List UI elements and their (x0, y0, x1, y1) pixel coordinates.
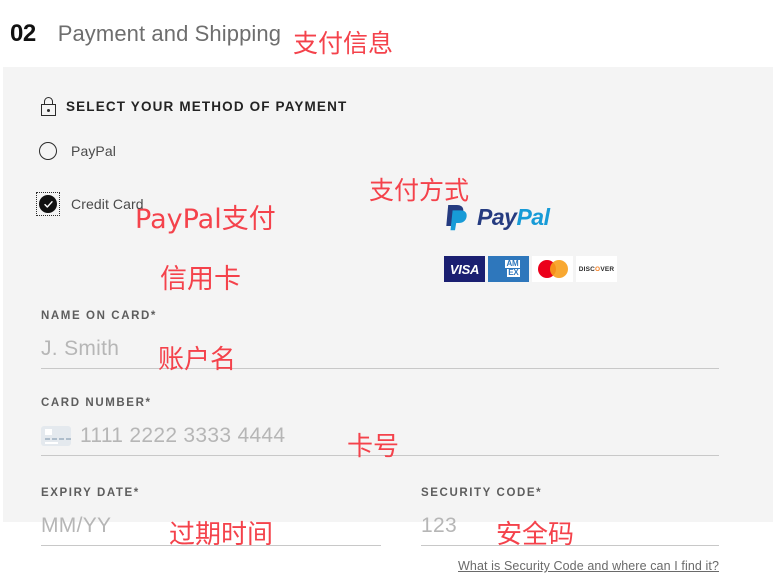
expiry-date-annotation: 过期时间 (169, 520, 274, 550)
step-header: 02 Payment and Shipping 支付信息 (0, 0, 776, 67)
paypal-logo-pal: Pal (516, 204, 550, 230)
discover-logo-text-a: DISC (578, 265, 596, 273)
credit-card-annotation: 信用卡 (160, 264, 241, 295)
payment-option-paypal[interactable]: PayPal (39, 142, 116, 160)
discover-logo-text-b: VER (600, 265, 615, 273)
accepted-card-brands: VISA AM EX DISCOVER (444, 256, 617, 282)
security-code-placeholder: 123 (421, 514, 457, 537)
payment-option-credit-card[interactable]: Credit Card (36, 192, 144, 216)
header-annotation: 支付信息 (293, 29, 394, 58)
visa-logo-text: VISA (449, 261, 480, 277)
name-on-card-placeholder: J. Smith (41, 337, 120, 360)
amex-logo-text-top: AM (505, 259, 520, 268)
security-code-help: What is Security Code and where can I fi… (421, 557, 719, 575)
payment-method-heading-label: SELECT YOUR METHOD OF PAYMENT (66, 99, 348, 114)
lock-icon (41, 97, 56, 116)
name-on-card-label: NAME ON CARD* (41, 310, 157, 322)
paypal-logo: PayPal (444, 204, 550, 231)
security-code-label: SECURITY CODE* (421, 487, 543, 499)
payment-method-annotation: 支付方式 (369, 176, 470, 205)
radio-selected-check-icon[interactable] (39, 195, 57, 213)
radio-unselected-icon[interactable] (39, 142, 57, 160)
field-name-on-card: NAME ON CARD* J. Smith (41, 310, 719, 369)
paypal-mark-icon (446, 205, 467, 231)
paypal-logo-pay: Pay (477, 204, 517, 230)
discover-logo-icon: DISCOVER (576, 256, 617, 282)
expiry-date-label: EXPIRY DATE* (41, 487, 140, 499)
page-title: Payment and Shipping (57, 20, 282, 46)
credit-card-icon (41, 425, 71, 446)
expiry-date-placeholder: MM/YY (41, 514, 112, 537)
payment-panel: SELECT YOUR METHOD OF PAYMENT 支付方式 PayPa… (3, 67, 773, 573)
security-code-help-link[interactable]: What is Security Code and where can I fi… (458, 559, 719, 573)
step-number: 02 (10, 19, 36, 47)
card-number-annotation: 卡号 (347, 432, 400, 462)
payment-option-paypal-label: PayPal (71, 143, 116, 159)
amex-logo-text-bottom: EX (507, 268, 520, 277)
mastercard-logo-icon (532, 256, 573, 282)
paypal-annotation: PayPal支付 (135, 204, 276, 235)
radio-focus-ring[interactable] (36, 192, 60, 216)
amex-logo-icon: AM EX (488, 256, 529, 282)
name-on-card-annotation: 账户名 (158, 345, 237, 375)
security-code-annotation: 安全码 (496, 520, 575, 550)
payment-method-heading: SELECT YOUR METHOD OF PAYMENT (41, 97, 347, 116)
visa-logo-icon: VISA (444, 256, 485, 282)
payment-option-credit-card-label: Credit Card (71, 196, 144, 212)
card-number-label: CARD NUMBER* (41, 397, 152, 409)
name-on-card-input[interactable]: J. Smith (41, 338, 719, 369)
card-number-placeholder: 1111 2222 3333 4444 (80, 424, 286, 447)
